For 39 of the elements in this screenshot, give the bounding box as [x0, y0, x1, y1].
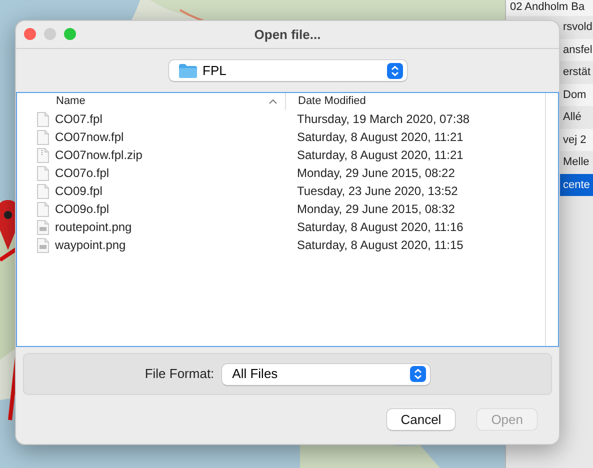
- close-button[interactable]: [24, 28, 36, 40]
- window-title: Open file...: [254, 26, 321, 44]
- file-name[interactable]: CO07o.fpl: [55, 164, 110, 182]
- list-item[interactable]: 02 Andholm Ba: [506, 0, 593, 16]
- column-header[interactable]: Name: [17, 93, 285, 110]
- file-icon: [37, 112, 49, 126]
- folder-icon: [178, 64, 196, 78]
- archive-icon: [37, 148, 49, 162]
- file-date: Saturday, 8 August 2020, 11:15: [297, 238, 464, 252]
- file-name[interactable]: CO09o.fpl: [55, 200, 110, 218]
- dialog-button[interactable]: Cancel: [386, 409, 456, 430]
- file-format-dropdown[interactable]: All Files: [222, 364, 430, 384]
- image-file-icon: [37, 238, 49, 252]
- stepper-icon: [386, 62, 402, 78]
- minimize-button[interactable]: [44, 28, 56, 40]
- image-file-icon: [37, 220, 49, 234]
- file-date: Saturday, 8 August 2020, 11:21: [297, 130, 464, 144]
- file-name[interactable]: CO07now.fpl: [55, 128, 124, 146]
- file-date: Monday, 29 June 2015, 08:32: [297, 202, 455, 216]
- sort-caret-icon: [269, 99, 277, 104]
- file-icon: [37, 166, 49, 180]
- file-name[interactable]: CO07now.fpl.zip: [55, 146, 142, 164]
- file-name[interactable]: CO09.fpl: [55, 182, 102, 200]
- folder-dropdown[interactable]: FPL: [168, 60, 406, 81]
- file-name[interactable]: CO07.fpl: [55, 110, 102, 128]
- stepper-icon: [410, 366, 426, 382]
- file-date: Tuesday, 23 June 2020, 13:52: [297, 184, 458, 198]
- file-icon: [37, 202, 49, 216]
- file-date: Monday, 29 June 2015, 08:22: [297, 166, 455, 180]
- column-header[interactable]: Date Modified: [285, 93, 545, 110]
- file-date: Thursday, 19 March 2020, 07:38: [297, 112, 470, 126]
- file-date: Saturday, 8 August 2020, 11:21: [297, 148, 464, 162]
- file-name[interactable]: routepoint.png: [55, 218, 132, 236]
- zoom-button[interactable]: [64, 28, 76, 40]
- file-icon: [37, 130, 49, 144]
- file-format-label: File Format:: [144, 365, 214, 384]
- file-date: Saturday, 8 August 2020, 11:16: [297, 220, 464, 234]
- file-icon: [37, 184, 49, 198]
- file-name[interactable]: waypoint.png: [55, 236, 126, 254]
